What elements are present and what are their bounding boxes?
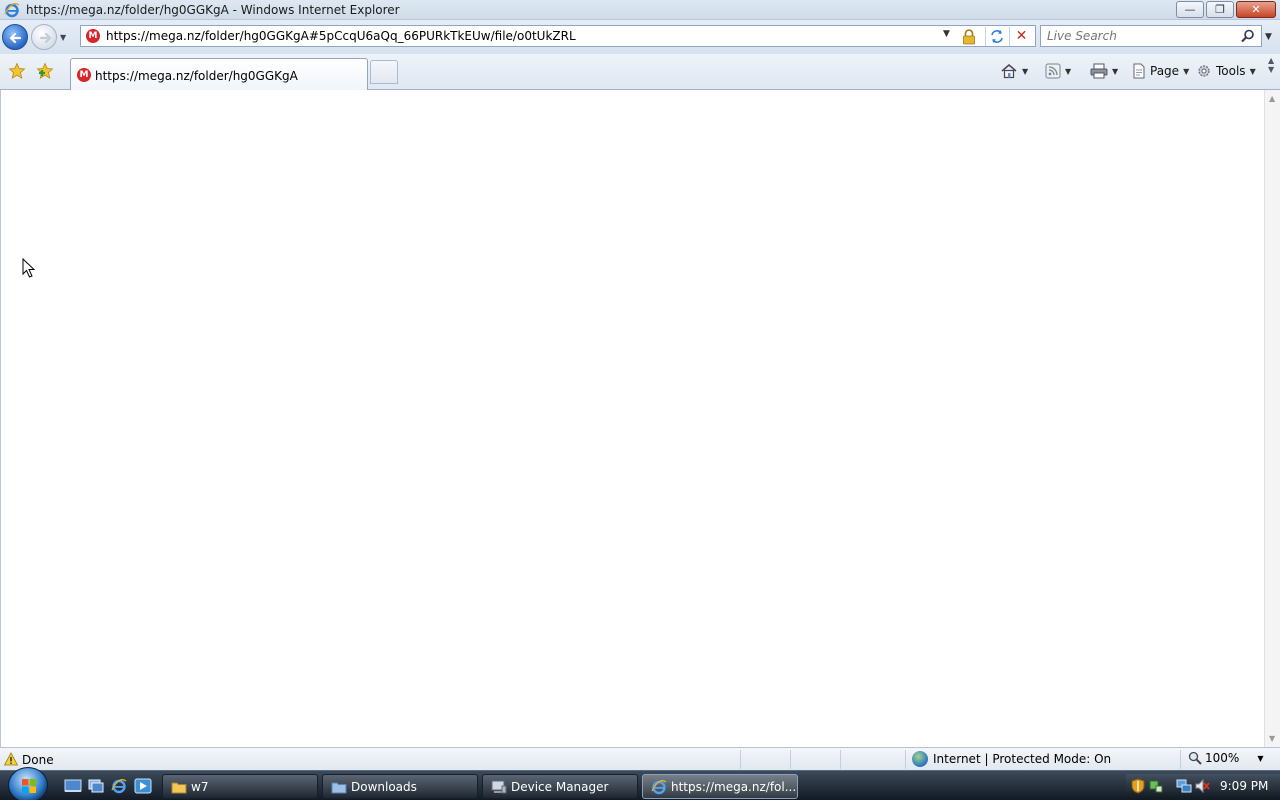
new-tab-button[interactable] bbox=[370, 60, 398, 84]
status-divider bbox=[740, 750, 741, 769]
page-content[interactable] bbox=[0, 90, 1264, 747]
forward-arrow-icon bbox=[39, 32, 52, 44]
taskbar-button-label: Device Manager bbox=[511, 780, 609, 794]
minimize-button[interactable]: — bbox=[1176, 1, 1204, 18]
show-desktop-icon[interactable] bbox=[64, 778, 82, 794]
status-divider bbox=[905, 750, 906, 769]
internet-globe-icon bbox=[912, 751, 928, 767]
tools-menu[interactable]: Tools ▼ bbox=[1196, 60, 1256, 82]
folder-icon bbox=[171, 782, 187, 794]
tab-title: https://mega.nz/folder/hg0GGKgA bbox=[95, 69, 298, 83]
restore-icon: ❐ bbox=[1215, 3, 1225, 16]
volume-muted-icon[interactable] bbox=[1194, 778, 1210, 794]
search-input[interactable] bbox=[1041, 26, 1237, 46]
back-arrow-icon bbox=[9, 32, 22, 44]
home-button[interactable]: ▼ bbox=[1000, 60, 1028, 82]
internet-explorer-icon[interactable] bbox=[110, 778, 128, 794]
status-text: Done bbox=[22, 753, 54, 767]
back-button[interactable] bbox=[2, 24, 28, 50]
ie-logo-icon bbox=[4, 3, 20, 18]
page-dropdown-icon: ▼ bbox=[1183, 66, 1190, 76]
taskbar-button-label: https://mega.nz/fol... bbox=[671, 780, 797, 794]
switch-windows-icon[interactable] bbox=[87, 778, 105, 794]
windows-logo-icon bbox=[22, 779, 36, 793]
rss-feed-icon bbox=[1045, 63, 1061, 79]
zoom-magnifier-icon bbox=[1188, 751, 1202, 765]
device-manager-icon bbox=[491, 780, 507, 794]
zoom-dropdown-icon: ▼ bbox=[1257, 753, 1264, 763]
refresh-icon bbox=[991, 30, 1003, 43]
print-dropdown-icon[interactable]: ▼ bbox=[1112, 67, 1118, 76]
address-toolbar: ▼ M https://mega.nz/folder/hg0GGKgA#5pCc… bbox=[0, 20, 1280, 54]
print-icon bbox=[1090, 63, 1108, 79]
print-button[interactable]: ▼ bbox=[1090, 60, 1118, 82]
search-box[interactable] bbox=[1040, 25, 1262, 47]
recent-pages-dropdown-icon[interactable]: ▼ bbox=[60, 33, 70, 43]
taskbar-button-label: Downloads bbox=[351, 780, 417, 794]
home-dropdown-icon[interactable]: ▼ bbox=[1022, 67, 1028, 76]
media-player-icon[interactable] bbox=[134, 778, 152, 794]
status-divider bbox=[840, 750, 841, 769]
folder-icon bbox=[331, 782, 347, 794]
stop-icon: ✕ bbox=[1015, 28, 1028, 44]
lock-icon[interactable] bbox=[961, 28, 977, 45]
taskbar-button-internet-explorer[interactable]: https://mega.nz/fol... bbox=[642, 774, 798, 799]
tab-command-bar: M https://mega.nz/folder/hg0GGKgA ▼ ▼ ▼ bbox=[0, 54, 1280, 90]
zoom-level: 100% bbox=[1205, 751, 1240, 765]
command-bar-overflow-icon[interactable]: ▲ ▼ bbox=[1268, 56, 1274, 74]
taskbar-button-device-manager[interactable]: Device Manager bbox=[482, 774, 638, 799]
stop-button[interactable]: ✕ bbox=[1009, 27, 1033, 46]
vertical-scrollbar[interactable]: ▲ ▼ bbox=[1264, 90, 1280, 747]
close-button[interactable]: ✕ bbox=[1236, 1, 1276, 18]
search-icon[interactable] bbox=[1241, 29, 1255, 43]
tools-menu-label: Tools bbox=[1216, 64, 1246, 78]
favorites-star-icon[interactable] bbox=[8, 62, 26, 80]
status-bar: Done Internet | Protected Mode: On 100% … bbox=[0, 747, 1280, 770]
page-icon bbox=[1133, 63, 1145, 79]
refresh-button[interactable] bbox=[985, 27, 1007, 46]
address-dropdown-icon[interactable]: ▼ bbox=[943, 29, 950, 39]
address-url[interactable]: https://mega.nz/folder/hg0GGKgA#5pCcqU6a… bbox=[106, 29, 576, 43]
security-zone[interactable]: Internet | Protected Mode: On bbox=[912, 751, 1111, 767]
network-icon[interactable] bbox=[1176, 778, 1192, 794]
add-favorite-icon[interactable] bbox=[36, 62, 54, 80]
network-sharing-icon[interactable] bbox=[1148, 778, 1164, 794]
taskbar-button-label: w7 bbox=[191, 780, 209, 794]
gear-icon bbox=[1198, 65, 1210, 77]
warning-icon[interactable] bbox=[4, 752, 18, 766]
close-icon: ✕ bbox=[1251, 3, 1261, 16]
tools-dropdown-icon: ▼ bbox=[1249, 66, 1256, 76]
ie-icon bbox=[651, 780, 667, 795]
mega-favicon-icon: M bbox=[86, 29, 100, 43]
scroll-down-icon[interactable]: ▼ bbox=[1269, 734, 1275, 743]
address-bar[interactable]: M https://mega.nz/folder/hg0GGKgA#5pCcqU… bbox=[80, 25, 1036, 47]
system-tray: 9:09 PM bbox=[1126, 774, 1280, 799]
mouse-cursor-icon bbox=[22, 258, 36, 278]
scroll-up-icon[interactable]: ▲ bbox=[1269, 94, 1275, 103]
home-icon bbox=[1001, 64, 1017, 79]
windows-taskbar: w7 Downloads Device Manager https://mega… bbox=[0, 767, 1280, 800]
security-zone-text: Internet | Protected Mode: On bbox=[933, 752, 1112, 766]
minimize-icon: — bbox=[1184, 3, 1196, 16]
forward-button[interactable] bbox=[31, 24, 57, 50]
windows-defender-icon[interactable] bbox=[1130, 778, 1146, 794]
feeds-button[interactable]: ▼ bbox=[1045, 60, 1071, 82]
feeds-dropdown-icon[interactable]: ▼ bbox=[1065, 67, 1071, 76]
page-menu[interactable]: Page ▼ bbox=[1131, 60, 1189, 82]
zoom-control[interactable]: 100% ▼ bbox=[1188, 751, 1263, 765]
window-title-bar[interactable]: https://mega.nz/folder/hg0GGKgA - Window… bbox=[0, 0, 1280, 20]
window-title: https://mega.nz/folder/hg0GGKgA - Window… bbox=[26, 3, 400, 17]
start-button[interactable] bbox=[8, 767, 48, 800]
page-menu-label: Page bbox=[1150, 64, 1180, 78]
maximize-button[interactable]: ❐ bbox=[1206, 1, 1234, 18]
taskbar-button-w7[interactable]: w7 bbox=[162, 774, 318, 799]
search-options-dropdown-icon[interactable]: ▼ bbox=[1265, 32, 1272, 42]
browser-tab[interactable]: M https://mega.nz/folder/hg0GGKgA bbox=[70, 58, 368, 90]
mega-favicon-icon: M bbox=[77, 68, 91, 82]
taskbar-button-downloads[interactable]: Downloads bbox=[322, 774, 478, 799]
status-divider bbox=[790, 750, 791, 769]
status-divider bbox=[1180, 750, 1181, 769]
taskbar-clock[interactable]: 9:09 PM bbox=[1220, 779, 1268, 793]
